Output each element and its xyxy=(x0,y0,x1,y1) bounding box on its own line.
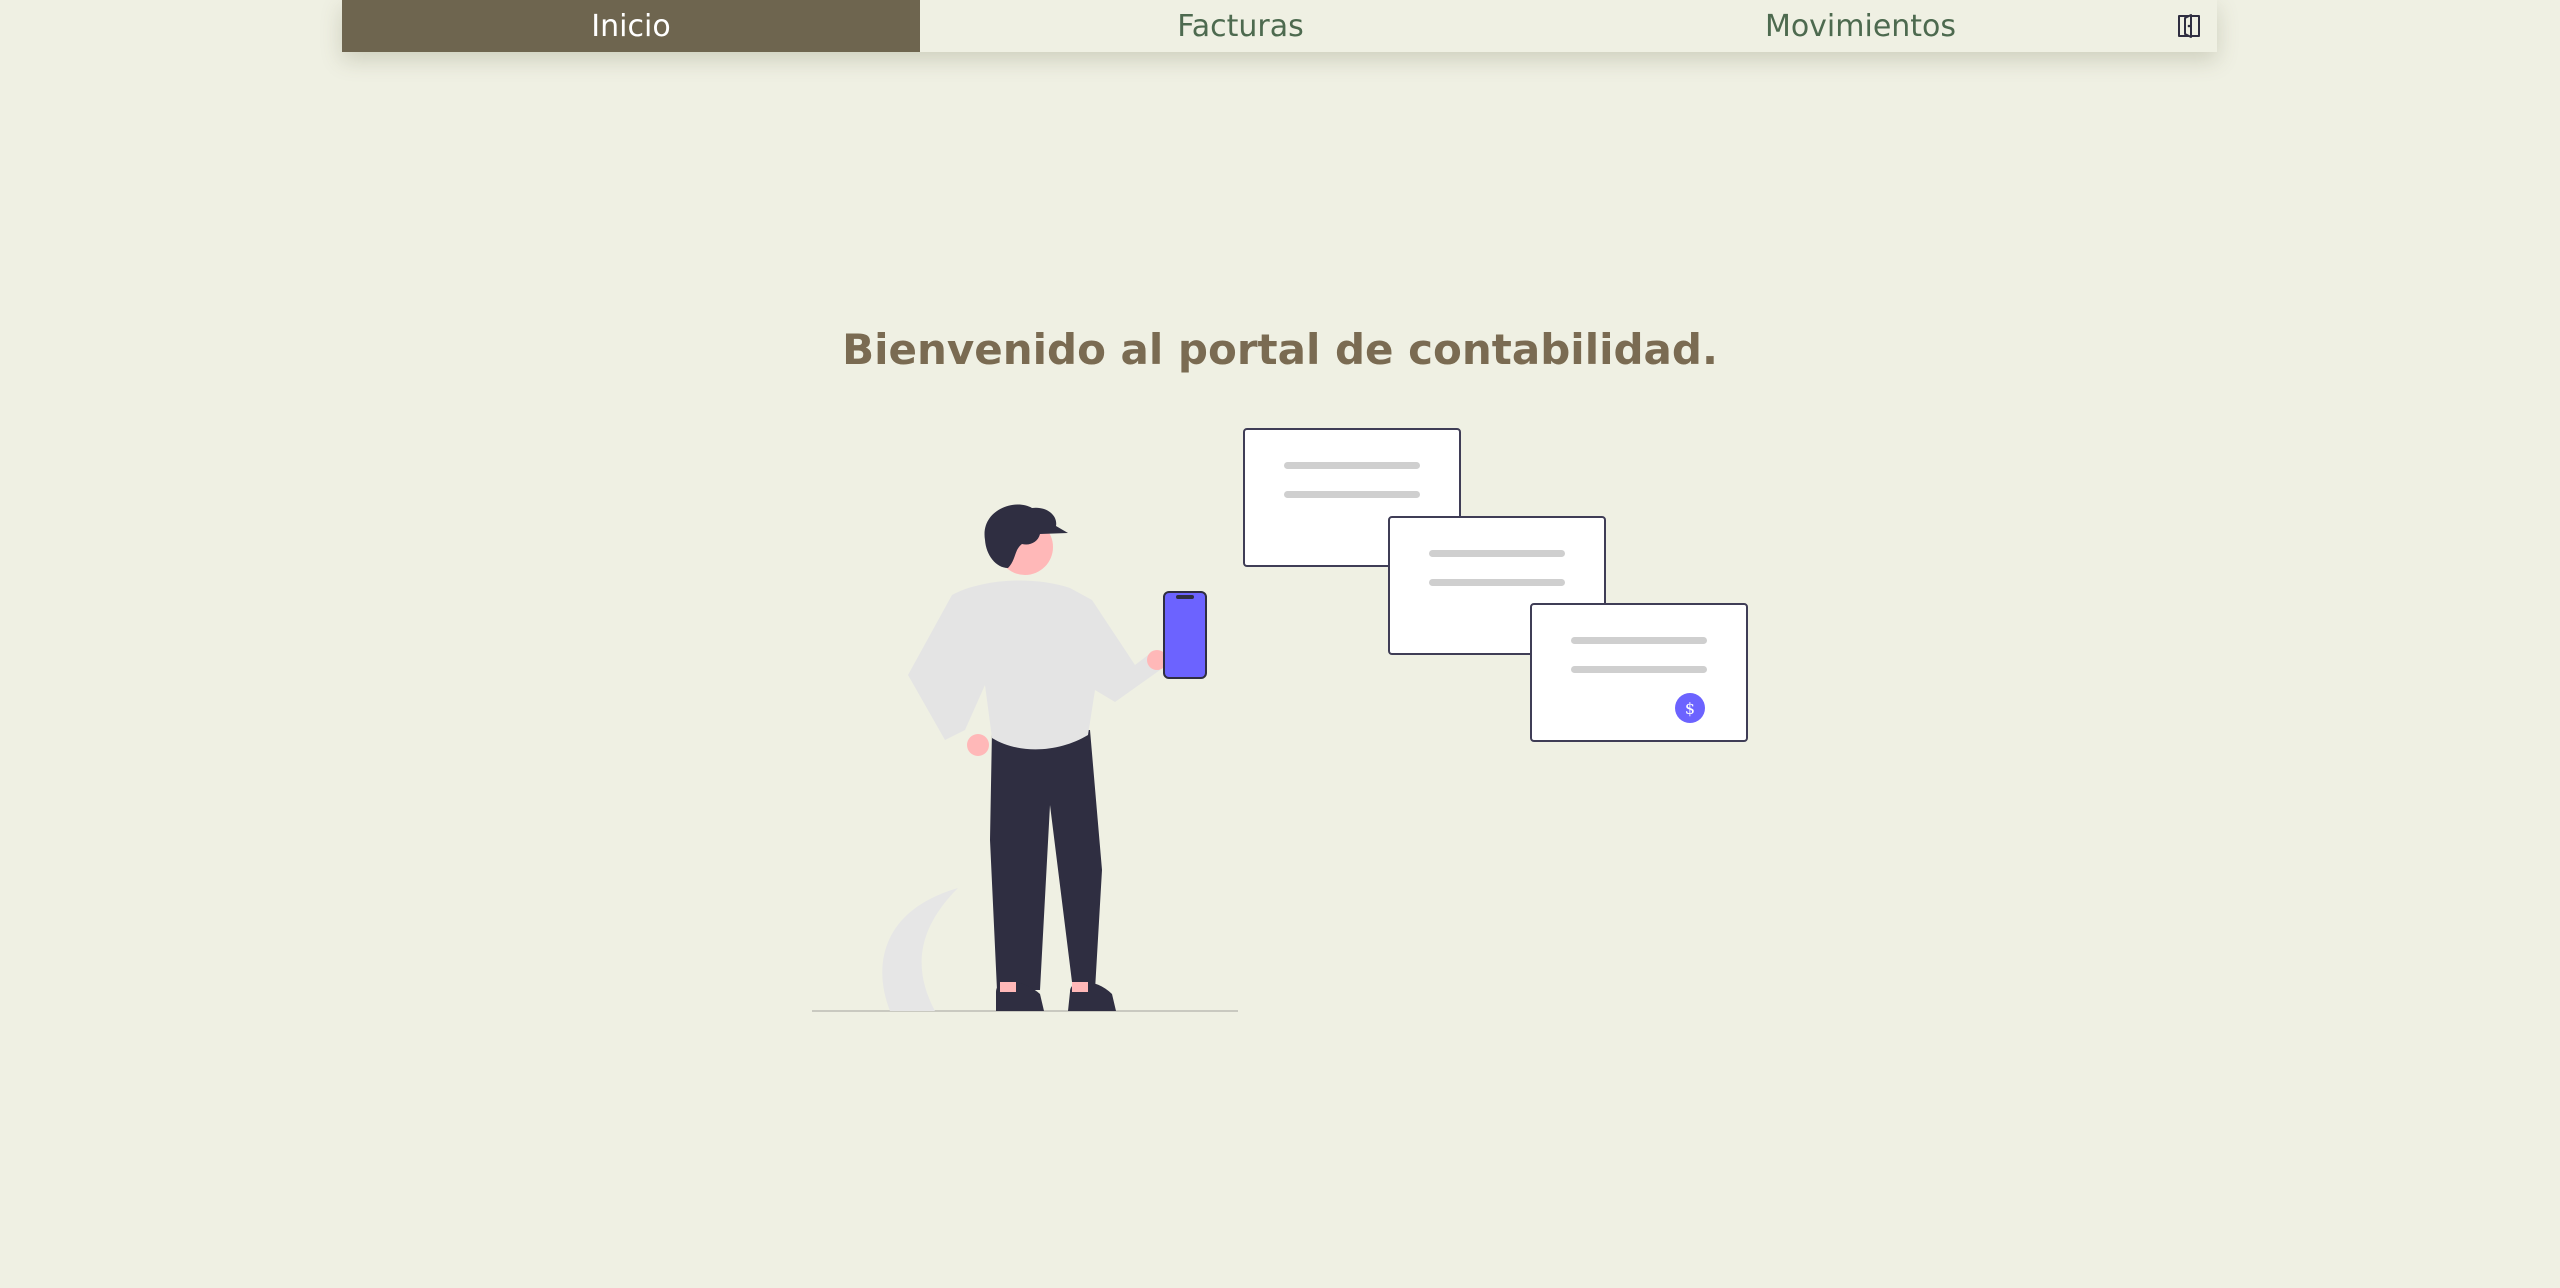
nav-item-inicio[interactable]: Inicio xyxy=(342,0,920,52)
person-legs xyxy=(990,730,1102,990)
phone-body xyxy=(1163,591,1207,679)
person-left-hand xyxy=(967,734,989,756)
welcome-title: Bienvenido al portal de contabilidad. xyxy=(842,325,1718,374)
top-navigation: Inicio Facturas Movimientos xyxy=(342,0,2217,52)
nav-item-movimientos[interactable]: Movimientos xyxy=(1561,0,2160,52)
nav-item-facturas[interactable]: Facturas xyxy=(920,0,1561,52)
logout-button[interactable] xyxy=(2160,0,2217,52)
invoice-card-3: $ xyxy=(1530,603,1748,742)
plant-leaf xyxy=(882,888,958,1011)
logout-door-icon xyxy=(2177,14,2200,38)
person-sweater xyxy=(908,580,1160,750)
svg-text:$: $ xyxy=(1685,699,1695,718)
accounting-illustration: $ $ $ xyxy=(812,428,1748,1012)
